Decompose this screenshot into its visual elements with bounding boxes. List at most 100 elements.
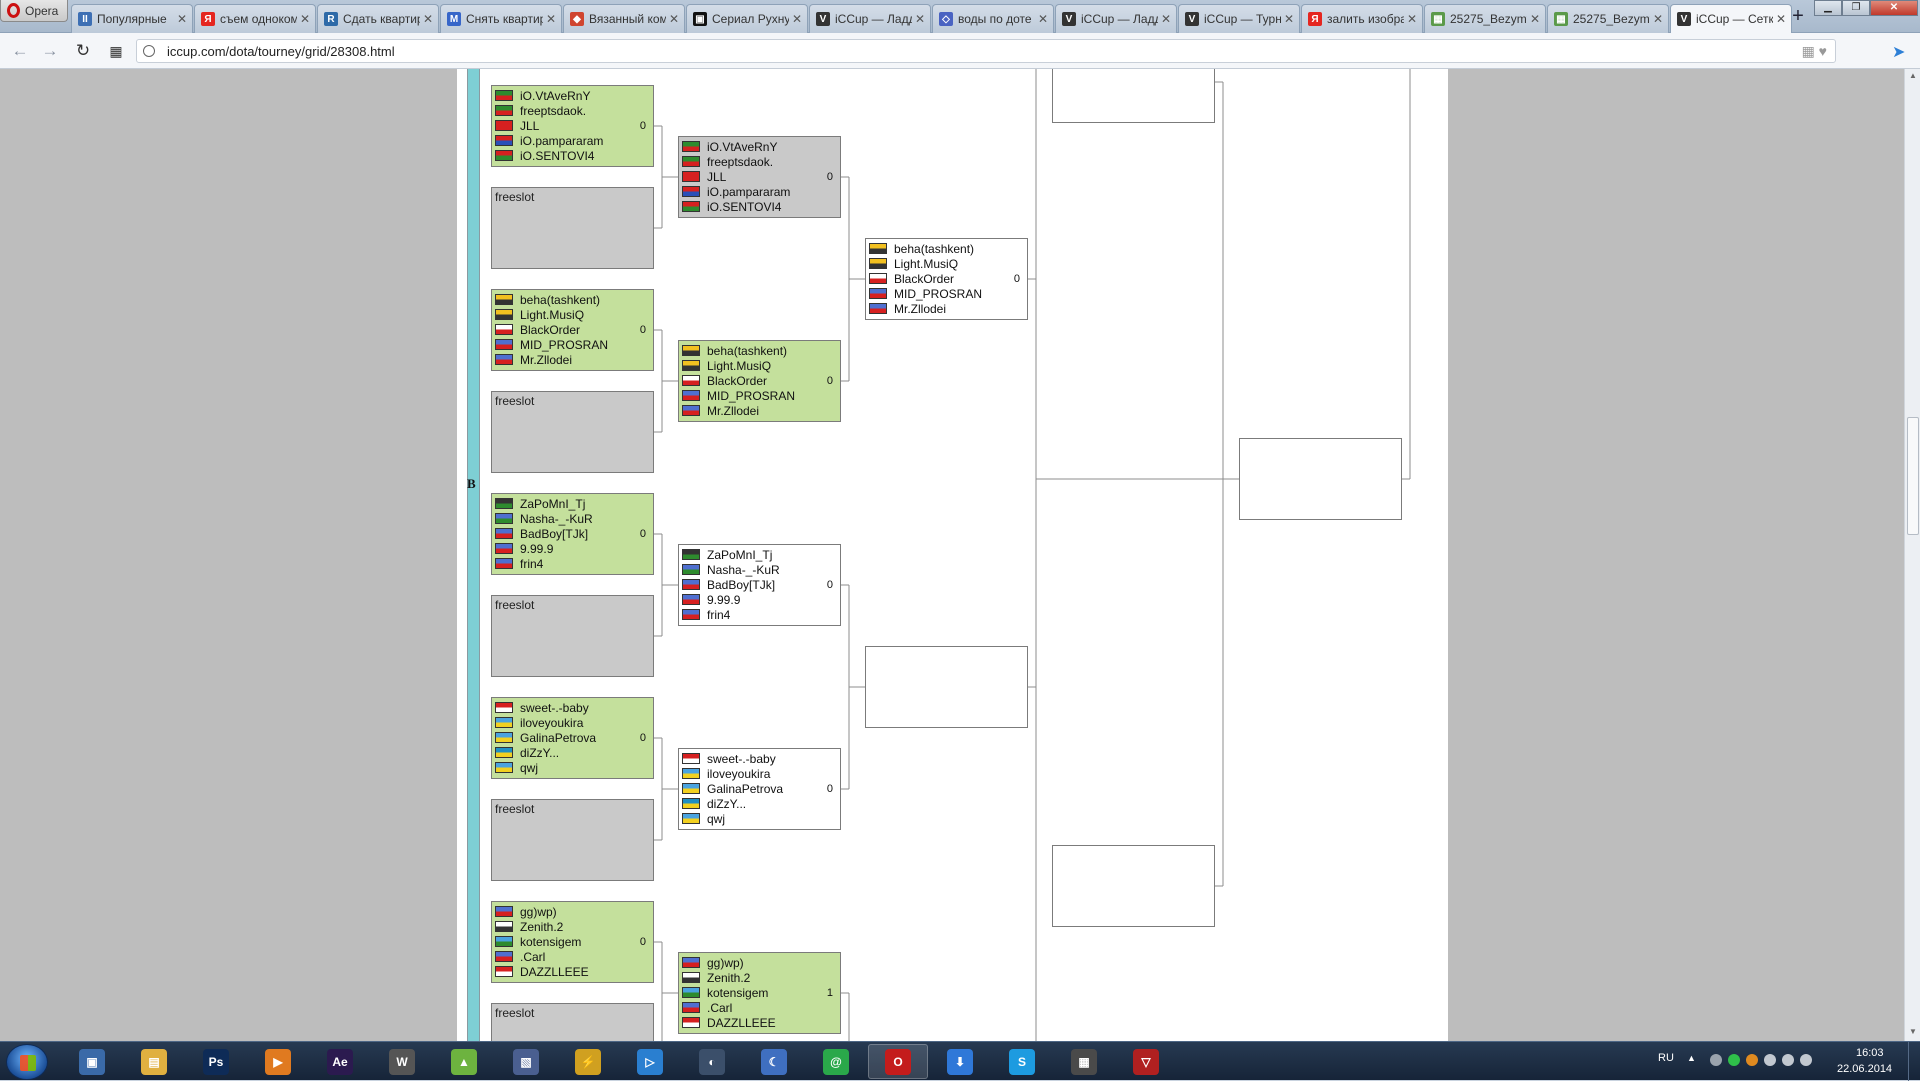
taskbar-button[interactable]: ☾ [744,1044,804,1079]
tab-close-icon[interactable]: ✕ [1038,12,1048,26]
player-name[interactable]: iO.VtAveRnY [520,89,590,103]
player-name[interactable]: ZaPoMnI_Tj [520,497,585,511]
team-player-row[interactable]: frin4 [495,556,650,571]
player-name[interactable]: iO.VtAveRnY [707,140,777,154]
browser-tab[interactable]: II Популярные ✕ [71,4,193,33]
player-name[interactable]: Zenith.2 [520,920,563,934]
freeslot-box[interactable]: freeslot [491,799,654,881]
player-name[interactable]: .Carl [520,950,545,964]
player-name[interactable]: sweet-.-baby [707,752,776,766]
team-player-row[interactable]: freeptsdaok. [495,103,650,118]
back-button[interactable]: ← [10,41,30,61]
team-match-box[interactable]: gg)wp) Zenith.2 kotensigem 0 .Carl DAZZLLEEE [491,901,654,983]
tray-status-icon[interactable] [1728,1054,1740,1066]
player-name[interactable]: ZaPoMnI_Tj [707,548,772,562]
team-player-row[interactable]: iO.pampararam [682,184,837,199]
freeslot-box[interactable]: freeslot [491,187,654,269]
player-name[interactable]: JLL [520,119,539,133]
team-player-row[interactable]: GalinaPetrova 0 [682,781,837,796]
team-player-row[interactable]: kotensigem 1 [682,985,837,1000]
team-player-row[interactable]: 9.99.9 [495,541,650,556]
empty-match-box[interactable] [865,646,1028,728]
player-name[interactable]: diZzY... [520,746,559,760]
team-player-row[interactable]: DAZZLLEEE [682,1015,837,1030]
team-match-box[interactable]: beha(tashkent) Light.MusiQ BlackOrder 0 MID_… [865,238,1028,320]
browser-tab[interactable]: ▦ 25275_Bezymyannyj✕ [1424,4,1546,33]
team-player-row[interactable]: iO.SENTOVI4 [495,148,650,163]
team-player-row[interactable]: Nasha-_-KuR [495,511,650,526]
team-player-row[interactable]: ZaPoMnI_Tj [495,496,650,511]
tab-close-icon[interactable]: ✕ [792,12,802,26]
team-player-row[interactable]: BadBoy[TJk] 0 [495,526,650,541]
team-match-box[interactable]: sweet-.-baby iloveyoukira GalinaPetrova 0 di… [678,748,841,830]
tray-status-icon[interactable] [1782,1054,1794,1066]
scroll-down-arrow-icon[interactable]: ▼ [1909,1027,1917,1036]
player-name[interactable]: sweet-.-baby [520,701,589,715]
team-player-row[interactable]: iloveyoukira [495,715,650,730]
team-match-box[interactable]: beha(tashkent) Light.MusiQ BlackOrder 0 MID_… [491,289,654,371]
team-player-row[interactable]: iO.SENTOVI4 [682,199,837,214]
freeslot-box[interactable]: freeslot [491,391,654,473]
team-player-row[interactable]: beha(tashkent) [682,343,837,358]
taskbar-button[interactable]: ▷ [620,1044,680,1079]
speed-dial-button[interactable]: ▦ [106,41,126,61]
team-player-row[interactable]: iO.VtAveRnY [495,88,650,103]
forward-button[interactable]: → [40,41,60,61]
player-name[interactable]: Light.MusiQ [894,257,958,271]
player-name[interactable]: iloveyoukira [520,716,583,730]
taskbar-button[interactable]: ▦ [1054,1044,1114,1079]
player-name[interactable]: diZzY... [707,797,746,811]
team-player-row[interactable]: MID_PROSRAN [869,286,1024,301]
bookmark-heart-icon[interactable]: ▦ ♥ [1802,43,1827,60]
player-name[interactable]: GalinaPetrova [520,731,596,745]
start-button[interactable] [6,1044,48,1080]
team-player-row[interactable]: freeptsdaok. [682,154,837,169]
taskbar-button[interactable]: ⚡ [558,1044,618,1079]
address-field[interactable]: iccup.com/dota/tourney/grid/28308.html ▦… [136,39,1836,63]
team-match-box[interactable]: iO.VtAveRnY freeptsdaok. JLL 0 iO.pampararam… [491,85,654,167]
vertical-scrollbar[interactable]: ▲ ▼ [1904,69,1920,1041]
opera-menu-button[interactable]: Opera [0,0,68,22]
team-player-row[interactable]: gg)wp) [495,904,650,919]
player-name[interactable]: beha(tashkent) [894,242,974,256]
browser-tab[interactable]: ViCCup — Ладдер✕ [1055,4,1177,33]
team-player-row[interactable]: Mr.Zllodei [682,403,837,418]
team-match-box[interactable]: sweet-.-baby iloveyoukira GalinaPetrova 0 di… [491,697,654,779]
team-player-row[interactable]: BlackOrder 0 [869,271,1024,286]
player-name[interactable]: kotensigem [520,935,581,949]
team-player-row[interactable]: gg)wp) [682,955,837,970]
player-name[interactable]: frin4 [520,557,543,571]
taskbar-button[interactable]: Ae [310,1044,370,1079]
player-name[interactable]: Zenith.2 [707,971,750,985]
player-name[interactable]: iO.SENTOVI4 [707,200,781,214]
player-name[interactable]: MID_PROSRAN [520,338,608,352]
team-player-row[interactable]: BlackOrder 0 [682,373,837,388]
browser-tab[interactable]: Язалить изображение✕ [1301,4,1423,33]
team-player-row[interactable]: JLL 0 [682,169,837,184]
clock-date[interactable]: 22.06.2014 [1837,1063,1892,1075]
team-player-row[interactable]: kotensigem 0 [495,934,650,949]
player-name[interactable]: freeptsdaok. [707,155,773,169]
team-player-row[interactable]: GalinaPetrova 0 [495,730,650,745]
player-name[interactable]: BadBoy[TJk] [707,578,775,592]
clock-time[interactable]: 16:03 [1856,1047,1884,1059]
tray-status-icon[interactable] [1746,1054,1758,1066]
tab-close-icon[interactable]: ✕ [1653,12,1663,26]
player-name[interactable]: gg)wp) [707,956,744,970]
team-player-row[interactable]: diZzY... [682,796,837,811]
team-player-row[interactable]: iO.VtAveRnY [682,139,837,154]
team-player-row[interactable]: Light.MusiQ [682,358,837,373]
player-name[interactable]: iO.SENTOVI4 [520,149,594,163]
team-player-row[interactable]: 9.99.9 [682,592,837,607]
taskbar-button[interactable]: O [868,1044,928,1079]
scrollbar-thumb[interactable] [1907,417,1919,535]
player-name[interactable]: BlackOrder [520,323,580,337]
taskbar-button[interactable]: ▤ [124,1044,184,1079]
player-name[interactable]: BlackOrder [707,374,767,388]
player-name[interactable]: Nasha-_-KuR [520,512,593,526]
browser-tab[interactable]: Ясъем однокомнатной✕ [194,4,316,33]
player-name[interactable]: qwj [520,761,538,775]
tray-status-icon[interactable] [1764,1054,1776,1066]
team-player-row[interactable]: beha(tashkent) [495,292,650,307]
player-name[interactable]: JLL [707,170,726,184]
